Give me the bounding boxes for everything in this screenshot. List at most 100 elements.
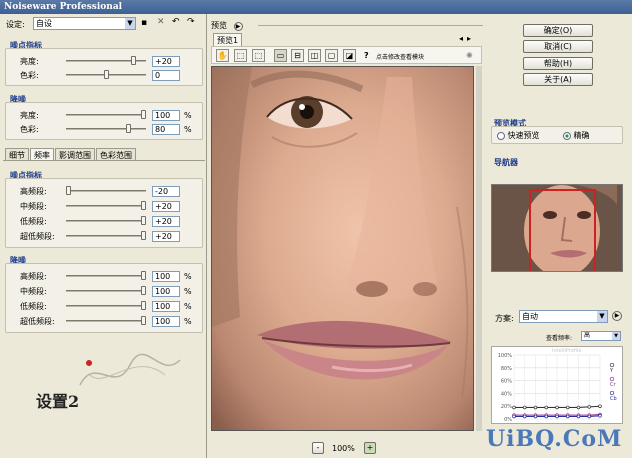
legend-label: Cb xyxy=(610,396,617,402)
slider-track[interactable] xyxy=(66,128,146,130)
signature-logo xyxy=(79,353,181,386)
series-point-Y[interactable] xyxy=(544,405,548,410)
preview-scrollbar[interactable] xyxy=(476,66,482,431)
series-point-Y[interactable] xyxy=(555,405,559,410)
next-tab-icon[interactable]: ▸ xyxy=(467,34,471,43)
slider-value-field[interactable]: 100 xyxy=(152,110,180,121)
tab-3[interactable]: 色彩范围 xyxy=(96,148,136,160)
series-point-Y[interactable] xyxy=(523,405,527,410)
series-point-Cb[interactable] xyxy=(565,414,570,419)
navigator-viewport-box[interactable] xyxy=(529,189,596,271)
tab-1[interactable]: 频率 xyxy=(30,148,54,160)
compare-icon[interactable]: ▢ xyxy=(325,49,338,62)
slider-track[interactable] xyxy=(66,290,146,292)
redo-icon[interactable]: ↷ xyxy=(187,17,195,27)
prev-tab-icon[interactable]: ◂ xyxy=(459,34,463,43)
scheme-select[interactable]: 自动 ▼ xyxy=(519,310,608,323)
tab-0[interactable]: 细节 xyxy=(5,148,29,160)
slider-value-field[interactable]: 100 xyxy=(152,301,180,312)
slider-thumb[interactable] xyxy=(131,56,136,65)
split-vertical-icon[interactable]: ◫ xyxy=(308,49,321,62)
slider-value-field[interactable]: +20 xyxy=(152,231,180,242)
slider-thumb[interactable] xyxy=(141,301,146,310)
slider-thumb[interactable] xyxy=(141,286,146,295)
tab-preview-1[interactable]: 预览1 xyxy=(213,33,243,46)
slider-track[interactable] xyxy=(66,235,146,237)
slider-thumb[interactable] xyxy=(141,110,146,119)
slider-value-field[interactable]: 80 xyxy=(152,124,180,135)
cancel-button[interactable]: 取消(C) xyxy=(523,40,593,53)
slider-thumb[interactable] xyxy=(141,316,146,325)
tab-divider xyxy=(3,160,205,161)
slider-track[interactable] xyxy=(66,114,146,116)
slider-thumb[interactable] xyxy=(141,271,146,280)
y-tick-label: 80% xyxy=(501,366,512,372)
radio-fast-preview[interactable]: 快速预览 xyxy=(497,130,540,141)
slider-value-field[interactable]: 100 xyxy=(152,271,180,282)
tab-2[interactable]: 影调范围 xyxy=(55,148,95,160)
slider-track[interactable] xyxy=(66,275,146,277)
series-point-Y[interactable] xyxy=(576,405,581,410)
series-point-Cb[interactable] xyxy=(512,414,516,419)
select-tool-icon[interactable]: ⬚ xyxy=(252,49,265,62)
legend-label: Cr xyxy=(610,382,616,388)
ok-button[interactable]: 确定(O) xyxy=(523,24,593,37)
series-point-Cb[interactable] xyxy=(587,414,591,419)
scheme-label: 方案: xyxy=(495,314,514,323)
series-point-Cb[interactable] xyxy=(523,414,527,419)
scheme-play-icon[interactable]: ▶ xyxy=(612,311,622,321)
preset-select[interactable]: 自设 ▼ xyxy=(33,17,136,30)
slider-thumb[interactable] xyxy=(104,70,109,79)
slider-track[interactable] xyxy=(66,305,146,307)
delete-icon[interactable]: ✕ xyxy=(157,17,165,27)
navigator-thumbnail[interactable] xyxy=(491,184,623,272)
view-freq-label: 查看频率: xyxy=(546,335,573,342)
zoom-out-button[interactable]: - xyxy=(312,442,324,454)
slider-track[interactable] xyxy=(66,205,146,207)
slider-value-field[interactable]: +20 xyxy=(152,216,180,227)
slider-value-field[interactable]: -20 xyxy=(152,186,180,197)
unit-label: % xyxy=(184,111,192,120)
slider-thumb[interactable] xyxy=(126,124,131,133)
slider-thumb[interactable] xyxy=(66,186,71,195)
slider-track[interactable] xyxy=(66,320,146,322)
slider-value-field[interactable]: +20 xyxy=(152,201,180,212)
slider-thumb[interactable] xyxy=(141,231,146,240)
split-horizontal-icon[interactable]: ⊟ xyxy=(291,49,304,62)
hand-tool-icon[interactable]: ✋ xyxy=(216,49,229,62)
marquee-tool-icon[interactable]: ⬚ xyxy=(234,49,247,62)
series-point-Cb[interactable] xyxy=(555,414,559,419)
series-point-Cb[interactable] xyxy=(544,414,548,419)
series-point-Y[interactable] xyxy=(533,405,538,410)
series-point-Cb[interactable] xyxy=(533,414,538,419)
about-button[interactable]: 关于(A) xyxy=(523,73,593,86)
series-point-Y[interactable] xyxy=(512,405,516,410)
slider-value-field[interactable]: 100 xyxy=(152,316,180,327)
play-icon[interactable]: ▶ xyxy=(233,22,243,31)
slider-thumb[interactable] xyxy=(141,201,146,210)
slider-track[interactable] xyxy=(66,220,146,222)
slider-thumb[interactable] xyxy=(141,216,146,225)
help-icon[interactable]: ? xyxy=(364,51,369,60)
unit-label: % xyxy=(184,302,192,311)
help-button[interactable]: 帮助(H) xyxy=(523,57,593,70)
save-icon[interactable]: ▪ xyxy=(141,18,147,28)
single-view-icon[interactable]: ▭ xyxy=(274,49,287,62)
undo-icon[interactable]: ↶ xyxy=(172,17,180,27)
chevron-down-icon: ▼ xyxy=(597,311,607,322)
preview-image[interactable] xyxy=(211,66,474,431)
zoom-in-button[interactable]: + xyxy=(364,442,376,454)
series-point-Cb[interactable] xyxy=(576,414,581,419)
mask-icon[interactable]: ◪ xyxy=(343,49,356,62)
series-point-Cb[interactable] xyxy=(598,414,602,418)
series-point-Y[interactable] xyxy=(598,404,602,408)
slider-track[interactable] xyxy=(66,190,146,192)
view-freq-select[interactable]: 高 ▼ xyxy=(581,331,621,341)
slider-value-field[interactable]: 0 xyxy=(152,70,180,81)
slider-value-field[interactable]: +20 xyxy=(152,56,180,67)
slider-label: 高频段: xyxy=(20,272,47,281)
radio-accurate[interactable]: 精确 xyxy=(563,130,590,141)
series-point-Y[interactable] xyxy=(587,405,591,409)
slider-value-field[interactable]: 100 xyxy=(152,286,180,297)
series-point-Y[interactable] xyxy=(565,405,570,410)
